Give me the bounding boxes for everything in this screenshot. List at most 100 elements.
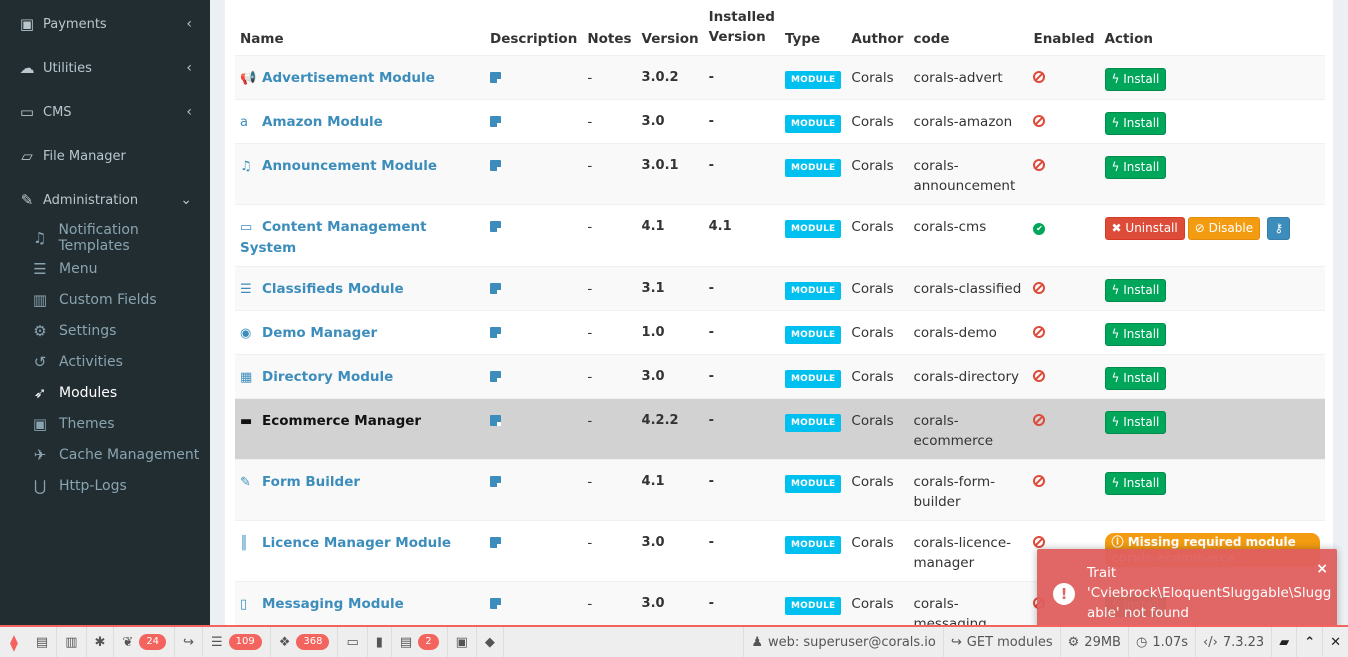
debug-models-tab[interactable]: ❖ 368 [271, 627, 339, 657]
debug-time[interactable]: ◷ 1.07s [1127, 627, 1195, 657]
col-notes[interactable]: Notes [582, 0, 637, 56]
close-debugbar-button[interactable]: ✕ [1322, 627, 1348, 657]
debug-tags-tab[interactable]: ◆ [477, 627, 504, 657]
sidebar-item-settings[interactable]: ⚙ Settings [0, 315, 210, 346]
debug-route-tab[interactable]: ↪ [175, 627, 203, 657]
type-badge: MODULE [784, 474, 842, 493]
module-name-link[interactable]: ☰ Classifieds Module [240, 281, 404, 297]
table-row: ▬ Ecommerce Manager -4.2.2- MODULE Corals cor… [235, 397, 1325, 459]
module-name-link[interactable]: ◉ Demo Manager [240, 325, 377, 341]
module-name-link[interactable]: ║ Licence Manager Module [240, 535, 451, 551]
module-name-link[interactable]: ▦ Directory Module [240, 369, 393, 385]
sticky-note-icon[interactable] [490, 282, 501, 294]
module-name-link[interactable]: ♫ Announcement Module [240, 158, 437, 174]
sidebar-item-menu[interactable]: ☰ Menu [0, 253, 210, 284]
install-button[interactable]: ϟ Install [1104, 111, 1167, 135]
version-value: 4.1 [636, 458, 704, 520]
install-button[interactable]: ϟ Install [1104, 155, 1167, 179]
install-button[interactable]: ϟ Install [1104, 471, 1167, 495]
sticky-note-icon[interactable] [490, 414, 501, 426]
debug-views-tab[interactable]: ❦ 24 [114, 627, 176, 657]
debug-php[interactable]: ‹/› 7.3.23 [1195, 627, 1271, 657]
debug-queries-tab[interactable]: ☰ 109 [203, 627, 271, 657]
sidebar-item-custom-fields[interactable]: ▥ Custom Fields [0, 284, 210, 315]
sidebar-item-http-logs[interactable]: ⋃ Http-Logs [0, 470, 210, 501]
notes-value: - [582, 458, 637, 520]
sticky-note-icon[interactable] [490, 326, 501, 338]
debug-exceptions-tab[interactable]: ✱ [87, 627, 115, 657]
close-icon: ✕ [1330, 634, 1341, 650]
ban-icon [1033, 114, 1046, 127]
module-name-link[interactable]: ▬ Ecommerce Manager [240, 413, 421, 429]
col-name[interactable]: Name [235, 0, 485, 56]
debug-memory[interactable]: ⚙ 29MB [1059, 627, 1128, 657]
debug-route[interactable]: ↪ GET modules [942, 627, 1060, 657]
sticky-note-icon[interactable] [490, 71, 501, 83]
module-name: Content Management System [240, 218, 427, 256]
debug-auth-tab[interactable]: ▮ [368, 627, 392, 657]
modules-panel: Name Description Notes Version Installed… [225, 0, 1333, 625]
module-name-link[interactable]: ▯ Messaging Module [240, 596, 404, 612]
sticky-note-icon[interactable] [490, 370, 501, 382]
action-cell: ϟ Install [1099, 54, 1325, 99]
sidebar-item-modules[interactable]: ➶ Modules [0, 377, 210, 408]
sticky-note-icon[interactable] [490, 597, 501, 609]
install-button[interactable]: ϟ Install [1104, 67, 1167, 91]
install-button[interactable]: ϟ Install [1104, 410, 1167, 434]
col-installed-version[interactable]: Installed Version [703, 0, 780, 56]
disable-button[interactable]: ⊘ Disable [1187, 216, 1261, 240]
col-author[interactable]: Author [846, 0, 909, 56]
laravel-logo-icon[interactable]: ⧫ [0, 633, 28, 652]
open-button[interactable]: ▰ [1271, 627, 1296, 657]
module-name-link[interactable]: 📢 Advertisement Module [240, 70, 435, 86]
debug-mails-tab[interactable]: ▭ [338, 627, 368, 657]
module-name: Advertisement Module [262, 69, 435, 86]
module-name-link[interactable]: a Amazon Module [240, 114, 383, 130]
col-description[interactable]: Description [485, 0, 583, 56]
col-type[interactable]: Type [779, 0, 847, 56]
install-button[interactable]: ϟ Install [1104, 278, 1167, 302]
restore-button[interactable]: ⌃ [1296, 627, 1322, 657]
version-value: 3.1 [636, 265, 704, 310]
col-enabled[interactable]: Enabled [1028, 0, 1100, 56]
sidebar-item-notification-templates[interactable]: ♫ Notification Templates [0, 222, 210, 254]
module-name: Ecommerce Manager [262, 412, 422, 429]
sidebar-item-utilities[interactable]: ☁ Utilities ‹ [0, 46, 210, 90]
license-key-button[interactable]: ⚷ [1267, 216, 1291, 240]
sticky-note-icon[interactable] [490, 220, 501, 232]
install-button[interactable]: ϟ Install [1104, 322, 1167, 346]
debug-timeline-tab[interactable]: ▥ [57, 627, 87, 657]
sidebar-item-cms[interactable]: ▭ CMS ‹ [0, 90, 210, 134]
debug-messages-tab[interactable]: ▤ [28, 627, 58, 657]
enabled-cell: ✔ [1028, 203, 1100, 266]
sidebar-item-payments[interactable]: ▣ Payments ‹ [0, 2, 210, 46]
action-cell: ϟ Install [1099, 98, 1325, 143]
type-badge: MODULE [784, 413, 842, 432]
author-value: Corals [846, 98, 909, 143]
sticky-note-icon[interactable] [490, 159, 501, 171]
sidebar-item-file-manager[interactable]: ▱ File Manager [0, 134, 210, 178]
col-code[interactable]: code [908, 0, 1029, 56]
debug-session-tab[interactable]: ▤ 2 [392, 627, 448, 657]
sidebar-item-cache-management[interactable]: ✈ Cache Management [0, 439, 210, 470]
code-value: corals-amazon [913, 113, 1013, 130]
sticky-note-icon[interactable] [490, 115, 501, 127]
sticky-note-icon[interactable] [490, 536, 501, 548]
module-name-link[interactable]: ✎ Form Builder [240, 474, 360, 490]
col-version[interactable]: Version [636, 0, 704, 56]
uninstall-button[interactable]: ✖ Uninstall [1104, 216, 1185, 240]
col-action[interactable]: Action [1099, 0, 1325, 56]
install-button[interactable]: ϟ Install [1104, 366, 1167, 390]
sidebar-item-administration[interactable]: ✎ Administration ⌄ [0, 178, 210, 222]
debug-request-tab[interactable]: ▣ [448, 627, 477, 657]
notes-value: - [582, 397, 637, 459]
sidebar-item-activities[interactable]: ↺ Activities [0, 346, 210, 377]
author-value: Corals [846, 519, 909, 581]
close-icon[interactable]: × [1316, 559, 1328, 579]
module-name-link[interactable]: ▭ Content Management System [240, 219, 427, 256]
debug-user[interactable]: ♟ web: superuser@corals.io [743, 627, 943, 657]
share-icon: ↪ [183, 634, 194, 650]
notes-value: - [582, 142, 637, 204]
sidebar-item-themes[interactable]: ▣ Themes [0, 408, 210, 439]
sticky-note-icon[interactable] [490, 475, 501, 487]
